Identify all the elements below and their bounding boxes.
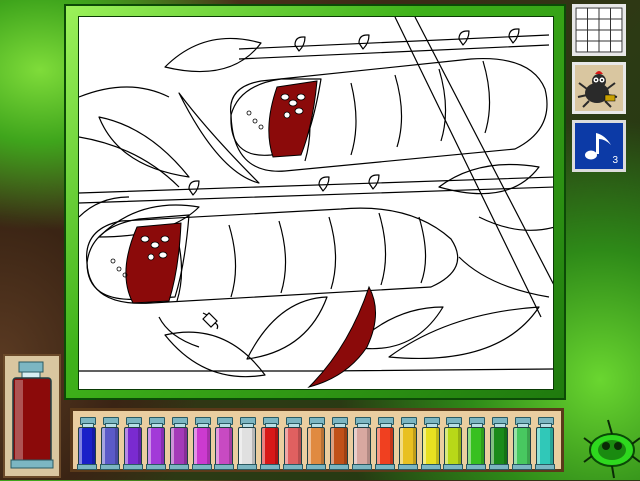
grid-button[interactable] (572, 4, 626, 56)
green-bug-icon[interactable] (582, 414, 640, 480)
paint-jar-5[interactable] (168, 417, 189, 470)
paint-jar-18[interactable] (466, 417, 487, 470)
caterpillar-face-middle[interactable] (125, 222, 182, 304)
paint-jar-icon (10, 361, 54, 469)
paint-jar-19[interactable] (489, 417, 510, 470)
line-art-picture[interactable] (79, 17, 554, 390)
paint-jar-7[interactable] (214, 417, 235, 470)
sticker-button[interactable] (572, 62, 626, 114)
paint-jar-17[interactable] (443, 417, 464, 470)
paint-jar-12[interactable] (328, 417, 349, 470)
paint-jar-8[interactable] (237, 417, 258, 470)
paint-jar-4[interactable] (145, 417, 166, 470)
paint-jar-11[interactable] (306, 417, 326, 470)
paint-jar-20[interactable] (512, 417, 533, 470)
paint-jar-15[interactable] (397, 417, 418, 470)
paint-jar-13[interactable] (351, 417, 372, 470)
spider-sticker-icon (577, 71, 618, 108)
paint-bucket-cursor-icon (202, 312, 219, 330)
paint-jar-10[interactable] (283, 417, 304, 470)
caterpillar-face-top[interactable] (268, 80, 318, 158)
paint-jar-1[interactable] (77, 417, 97, 470)
coloring-canvas[interactable] (78, 16, 554, 390)
grid-icon (575, 7, 623, 53)
leaf-filled[interactable] (307, 285, 377, 388)
paint-jar-6[interactable] (191, 417, 212, 470)
paint-jar-2[interactable] (99, 417, 120, 470)
color-palette (70, 408, 564, 472)
music-button[interactable]: 3 (572, 120, 626, 172)
paint-jar-14[interactable] (374, 417, 395, 470)
paint-jar-3[interactable] (122, 417, 143, 470)
current-paint-panel (3, 354, 61, 478)
paint-jar-16[interactable] (420, 417, 441, 470)
paint-jar-9[interactable] (260, 417, 281, 470)
paint-jar-21[interactable] (535, 417, 555, 470)
music-track-number: 3 (612, 155, 618, 166)
